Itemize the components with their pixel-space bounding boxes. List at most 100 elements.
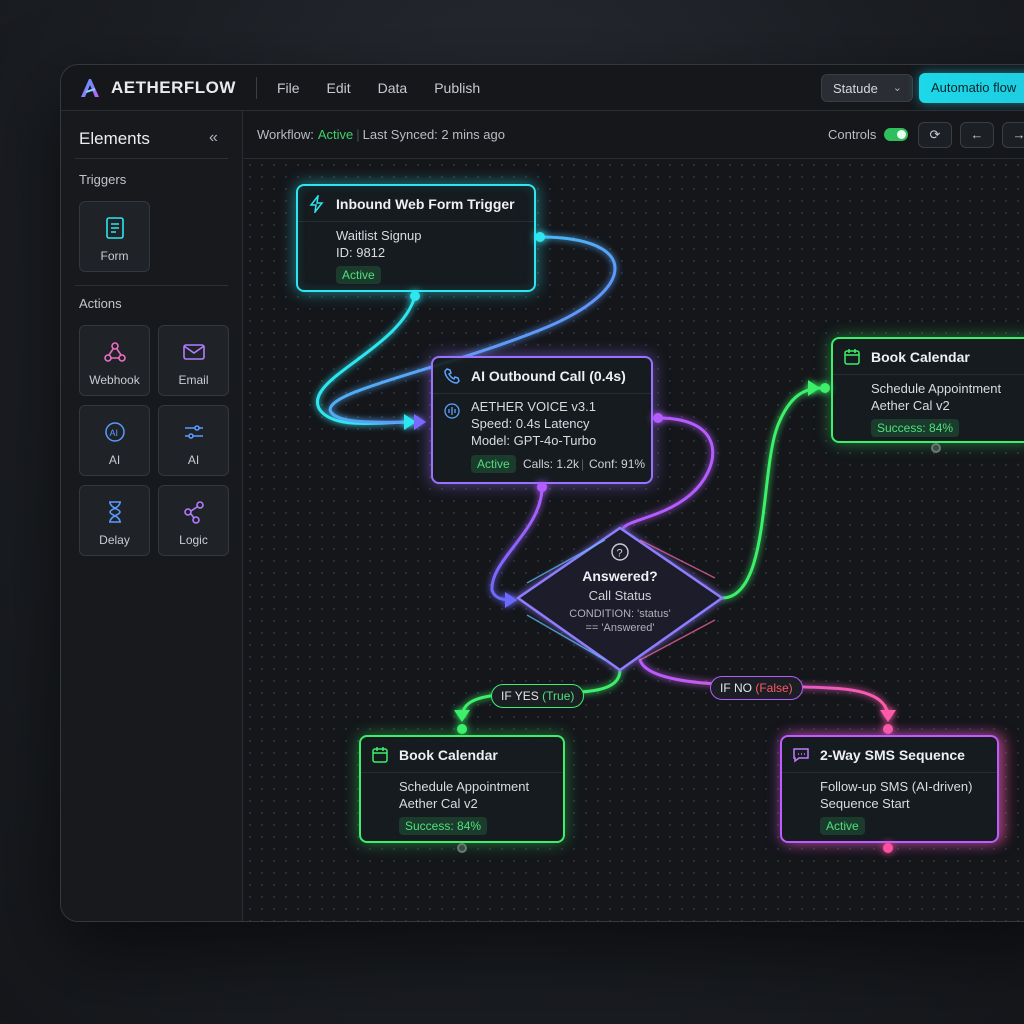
sliders-icon: [185, 425, 203, 439]
chevron-down-icon: ⌄: [892, 82, 902, 94]
element-tile-webhook[interactable]: Webhook: [79, 325, 150, 396]
element-tile-label: Webhook: [89, 373, 140, 387]
node-detail: Waitlist Signup: [336, 228, 422, 243]
node-title: Book Calendar: [871, 349, 970, 365]
input-port[interactable]: [883, 724, 893, 734]
sidebar-title: Elements: [79, 129, 150, 148]
condition-expression: CONDITION: 'status': [569, 608, 671, 620]
chat-bubble-icon: [793, 748, 809, 763]
node-book-calendar-right[interactable]: Book Calendar Schedule Appointment Aethe…: [831, 337, 1024, 443]
calls-count: Calls: 1.2k: [523, 457, 580, 471]
input-port[interactable]: [457, 724, 467, 734]
divider: |: [356, 127, 360, 142]
condition-expression: == 'Answered': [585, 622, 655, 634]
workflow-label: Workflow:: [257, 127, 314, 142]
node-detail: Follow-up SMS (AI-driven): [820, 779, 973, 794]
actions-section-label: Actions: [79, 296, 122, 311]
node-inbound-web-form-trigger[interactable]: Inbound Web Form Trigger Waitlist Signup…: [296, 184, 536, 292]
menu-file[interactable]: File: [277, 80, 300, 96]
arrow-left-icon: ←: [970, 127, 984, 142]
edge-label-text: IF YES: [501, 689, 539, 703]
input-port[interactable]: [820, 383, 830, 393]
status-select-value: Statude: [833, 80, 878, 96]
last-synced: Last Synced: 2 mins ago: [362, 127, 505, 142]
element-tile-label: AI: [108, 453, 121, 467]
edge-label-value: (True): [542, 689, 575, 703]
edge-label-no[interactable]: IF NO (False): [710, 676, 803, 700]
confidence: Conf: 91%: [589, 457, 646, 471]
edge-label-yes[interactable]: IF YES (True): [491, 684, 585, 708]
node-header: Book Calendar: [833, 339, 1024, 375]
node-header: AI Outbound Call (0.4s): [433, 358, 651, 394]
node-detail: Sequence Start: [820, 796, 910, 811]
node-title: 2-Way SMS Sequence: [820, 747, 965, 763]
divider: [75, 285, 228, 286]
node-detail: Schedule Appointment: [399, 779, 530, 794]
node-header: Inbound Web Form Trigger: [298, 186, 534, 222]
status-select[interactable]: Statude ⌄: [821, 74, 913, 102]
element-tile-logic[interactable]: Logic: [158, 485, 229, 556]
ai-chip-icon: AI: [105, 422, 125, 442]
node-title: Inbound Web Form Trigger: [336, 196, 515, 212]
controls-label: Controls: [828, 127, 877, 142]
element-tile-label: Delay: [99, 533, 130, 547]
output-port[interactable]: [457, 843, 467, 853]
output-port[interactable]: [653, 413, 663, 423]
condition-node[interactable]: Answered? Call Status CONDITION: 'status…: [560, 568, 680, 634]
element-tile-ai-2[interactable]: AI: [158, 405, 229, 476]
aetherflow-logo-icon: [81, 78, 99, 97]
collapse-sidebar-icon[interactable]: «: [209, 129, 218, 147]
menu-edit[interactable]: Edit: [327, 80, 351, 96]
element-tile-label: Form: [100, 249, 129, 263]
status-badge: Success: 84%: [399, 817, 488, 835]
calendar-icon: [844, 349, 860, 365]
automation-flow-button[interactable]: Automatio flow: [919, 73, 1024, 103]
node-detail: Aether Cal v2: [871, 398, 950, 413]
svg-text:AI: AI: [110, 428, 119, 438]
webhook-icon: [104, 342, 126, 362]
workflow-status: Active: [317, 127, 354, 142]
node-ai-outbound-call[interactable]: AI Outbound Call (0.4s) AETHER VOICE v3.…: [431, 356, 653, 484]
node-two-way-sms-sequence[interactable]: 2-Way SMS Sequence Follow-up SMS (AI-dri…: [780, 735, 999, 843]
node-book-calendar-bottom[interactable]: Book Calendar Schedule Appointment Aethe…: [359, 735, 565, 843]
refresh-icon: ⟳: [929, 127, 941, 142]
status-badge: Success: 84%: [871, 419, 960, 437]
status-badge: Active: [471, 455, 516, 473]
output-port[interactable]: [410, 291, 420, 301]
forward-button[interactable]: →: [1002, 122, 1024, 148]
element-tile-delay[interactable]: Delay: [79, 485, 150, 556]
element-tile-label: AI: [187, 453, 200, 467]
workflow-status-bar: Workflow: Active | Last Synced: 2 mins a…: [244, 111, 1024, 159]
menu-data[interactable]: Data: [378, 80, 408, 96]
output-port[interactable]: [535, 232, 545, 242]
calendar-icon: [372, 747, 388, 763]
node-detail: Schedule Appointment: [871, 381, 1002, 396]
refresh-button[interactable]: ⟳: [918, 122, 952, 148]
app-name: AETHERFLOW: [111, 77, 236, 97]
lightning-icon: [309, 195, 324, 213]
output-port[interactable]: [931, 443, 941, 453]
element-tile-email[interactable]: Email: [158, 325, 229, 396]
back-button[interactable]: ←: [960, 122, 994, 148]
status-badge: Active: [336, 266, 381, 284]
node-header: 2-Way SMS Sequence: [782, 737, 997, 773]
menu-bar: File Edit Data Publish: [277, 80, 507, 96]
node-detail: Model: GPT-4o-Turbo: [471, 433, 597, 448]
phone-icon: [444, 368, 460, 384]
node-title: AI Outbound Call (0.4s): [471, 368, 626, 384]
divider: [75, 158, 228, 159]
output-port[interactable]: [883, 843, 893, 853]
node-title: Book Calendar: [399, 747, 498, 763]
hourglass-icon: [109, 501, 121, 523]
output-port[interactable]: [537, 482, 547, 492]
status-badge: Active: [820, 817, 865, 835]
edge-label-text: IF NO: [720, 681, 752, 695]
node-detail: Speed: 0.4s Latency: [471, 416, 590, 431]
element-tile-form[interactable]: Form: [79, 201, 150, 272]
triggers-section-label: Triggers: [79, 172, 127, 187]
elements-sidebar: Elements « Triggers Form Actions Webhook…: [61, 111, 243, 921]
element-tile-ai[interactable]: AI AI: [79, 405, 150, 476]
controls-toggle[interactable]: [884, 128, 908, 141]
arrow-right-icon: →: [1013, 127, 1024, 142]
menu-publish[interactable]: Publish: [434, 80, 480, 96]
